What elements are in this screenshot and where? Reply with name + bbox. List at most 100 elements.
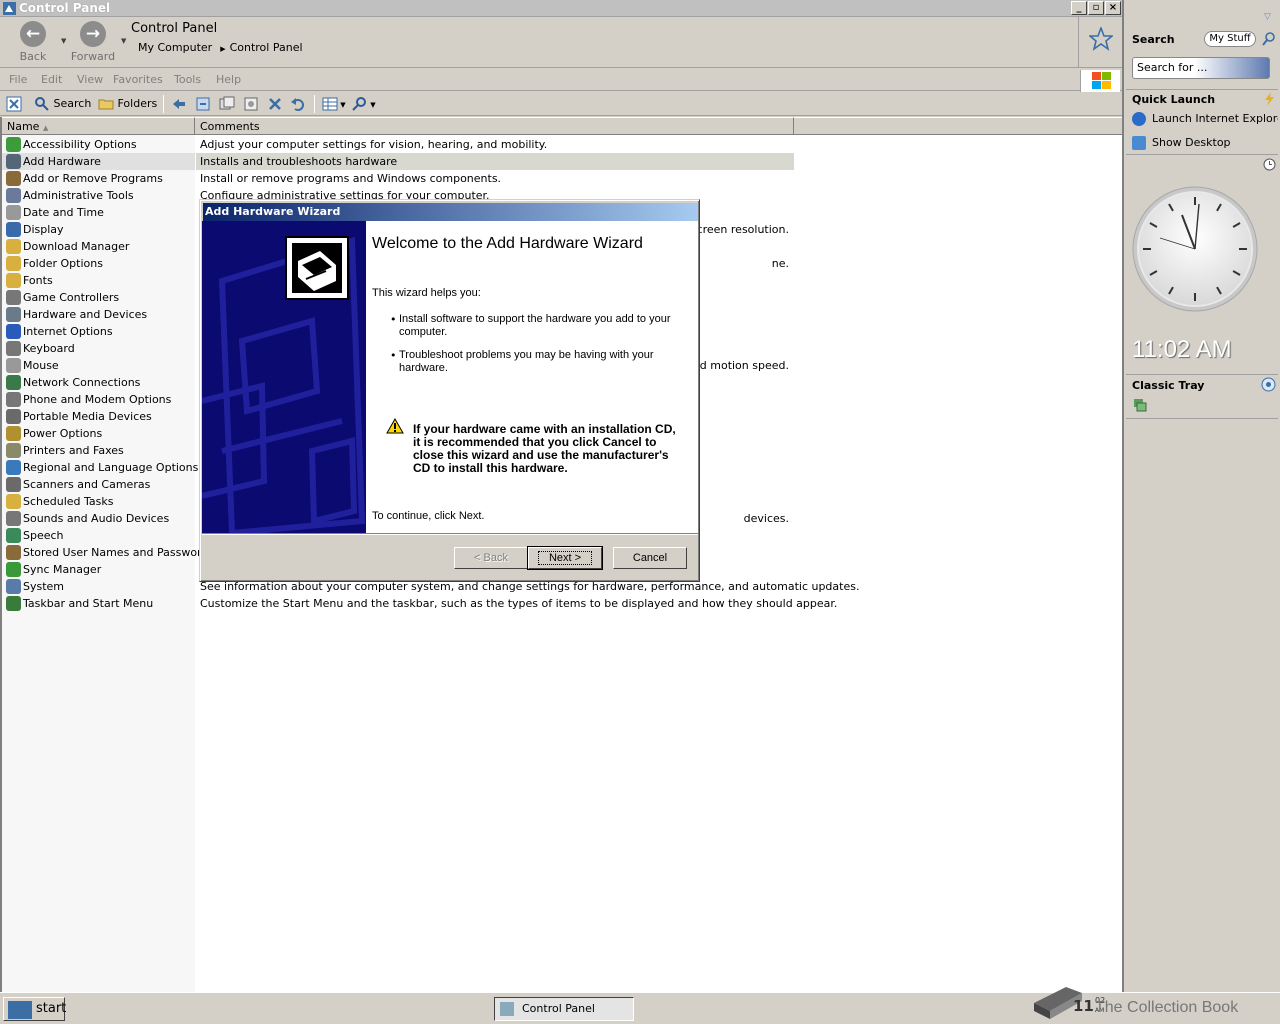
back-button[interactable]: ← Back — [8, 21, 58, 65]
warning-text: If your hardware came with an installati… — [413, 422, 676, 475]
applet-name: Sounds and Audio Devices — [23, 512, 170, 525]
header-name[interactable]: Name ▲ — [2, 117, 195, 135]
applet-name: Download Manager — [23, 240, 130, 253]
properties-icon[interactable] — [243, 95, 259, 113]
search-label: Search — [53, 97, 92, 110]
back-dropdown-icon[interactable]: ▼ — [61, 37, 66, 45]
cancel-button[interactable]: Cancel — [613, 547, 687, 569]
breadcrumb-separator-icon: ▶ — [220, 45, 226, 53]
applet-name: Regional and Language Options — [23, 461, 199, 474]
applet-icon — [6, 579, 21, 594]
applet-icon — [6, 171, 21, 186]
applet-comment: Installs and troubleshoots hardware — [200, 155, 398, 168]
navigation-bar: ← Back ▼ → Forward ▼ Control Panel My Co… — [0, 17, 1122, 68]
sidebar-menu-chevron-icon[interactable]: ▽ — [1264, 12, 1271, 22]
menu-favorites[interactable]: Favorites — [113, 73, 163, 86]
applet-name: Printers and Faxes — [23, 444, 124, 457]
quick-launch-show-desktop[interactable]: Show Desktop — [1132, 136, 1278, 150]
menu-edit[interactable]: Edit — [41, 73, 62, 86]
search-button[interactable]: Search — [34, 95, 91, 113]
menu-view[interactable]: View — [77, 73, 103, 86]
toolbar: Search Folders ▼ ▼ — [0, 92, 1122, 116]
favorites-star-button[interactable] — [1078, 17, 1122, 68]
applet-comment: Install or remove programs and Windows c… — [200, 172, 502, 185]
copy-to-icon[interactable] — [219, 95, 235, 113]
applet-icon — [6, 341, 21, 356]
start-label: start — [36, 1001, 67, 1016]
applet-icon — [6, 222, 21, 237]
forward-dropdown-icon[interactable]: ▼ — [121, 37, 126, 45]
applet-comment: ne. — [771, 257, 789, 270]
start-button[interactable]: start — [3, 997, 67, 1021]
column-headers: Name ▲ Comments — [2, 117, 1122, 135]
applet-icon — [6, 256, 21, 271]
back-small-icon[interactable] — [171, 95, 187, 113]
bullet-icon: • — [390, 313, 397, 326]
applet-name: Add Hardware — [23, 155, 101, 168]
back-wizard-button[interactable]: < Back — [454, 547, 528, 569]
folders-icon — [98, 99, 114, 110]
undo-icon[interactable] — [290, 95, 306, 113]
header-comments[interactable]: Comments — [195, 117, 794, 135]
clock-settings-icon[interactable] — [1263, 158, 1276, 171]
applet-icon — [6, 154, 21, 169]
applet-name: Folder Options — [23, 257, 103, 270]
applet-name: Phone and Modem Options — [23, 393, 172, 406]
folders-button[interactable]: Folders — [98, 95, 157, 113]
views-icon[interactable]: ▼ — [322, 95, 346, 113]
maximize-button[interactable]: ▫ — [1088, 1, 1104, 15]
applet-icon — [6, 307, 21, 322]
menu-help[interactable]: Help — [216, 73, 241, 86]
quick-launch-ie[interactable]: Launch Internet Explorer — [1132, 112, 1278, 126]
lightning-icon[interactable] — [1262, 92, 1276, 106]
search-icon — [35, 97, 49, 111]
back-arrow-icon: ← — [20, 21, 46, 47]
list-item[interactable]: Taskbar and Start Menu Customize the Star… — [2, 595, 1122, 612]
menu-file[interactable]: File — [9, 73, 27, 86]
close-pane-icon[interactable] — [6, 95, 22, 113]
forward-button[interactable]: → Forward — [68, 21, 118, 65]
applet-icon — [6, 511, 21, 526]
applet-comment: devices. — [743, 512, 789, 525]
control-panel-icon — [3, 2, 16, 15]
move-to-icon[interactable] — [195, 95, 211, 113]
applet-icon — [6, 290, 21, 305]
list-item[interactable]: Accessibility Options Adjust your compute… — [2, 136, 1122, 153]
applet-icon — [6, 596, 21, 611]
internet-explorer-icon — [1132, 112, 1146, 126]
menu-tools[interactable]: Tools — [174, 73, 201, 86]
tray-network-icon[interactable] — [1132, 397, 1148, 413]
header-filler — [794, 117, 1122, 135]
applet-icon — [6, 545, 21, 560]
applet-comment: Adjust your computer settings for vision… — [200, 138, 548, 151]
applet-name: Hardware and Devices — [23, 308, 148, 321]
applet-name: Sync Manager — [23, 563, 102, 576]
windows-flag-icon — [8, 1001, 32, 1019]
breadcrumb-control-panel[interactable]: Control Panel — [230, 41, 303, 54]
delete-icon[interactable] — [267, 95, 283, 113]
next-button[interactable]: Next > — [527, 546, 603, 570]
tray-settings-icon[interactable] — [1261, 377, 1276, 392]
quick-launch-title: Quick Launch — [1132, 93, 1216, 106]
applet-name: Add or Remove Programs — [23, 172, 163, 185]
close-button[interactable]: × — [1105, 1, 1121, 15]
applet-icon — [6, 205, 21, 220]
sort-ascending-icon: ▲ — [42, 124, 49, 132]
title-bar[interactable]: Control Panel _ ▫ × — [0, 0, 1122, 17]
minimize-button[interactable]: _ — [1071, 1, 1087, 15]
sidebar-search-input[interactable]: Search for ... — [1132, 57, 1270, 79]
applet-icon — [6, 460, 21, 475]
dialog-title[interactable]: Add Hardware Wizard — [203, 203, 698, 221]
breadcrumb-my-computer[interactable]: My Computer — [138, 41, 212, 54]
search-icon[interactable] — [1262, 32, 1276, 46]
applet-name: System — [23, 580, 65, 593]
list-item[interactable]: Add or Remove Programs Install or remove … — [2, 170, 1122, 187]
forward-label: Forward — [70, 50, 116, 63]
search-title: Search — [1132, 33, 1175, 46]
zoom-search-icon[interactable]: ▼ — [352, 95, 376, 113]
applet-icon — [6, 443, 21, 458]
tray-clock-hour[interactable]: 11 — [1073, 997, 1094, 1015]
taskbar-item-control-panel[interactable]: Control Panel — [494, 997, 634, 1021]
my-stuff-button[interactable]: My Stuff — [1204, 31, 1256, 47]
list-item[interactable]: Add Hardware Installs and troubleshoots h… — [2, 153, 1122, 170]
